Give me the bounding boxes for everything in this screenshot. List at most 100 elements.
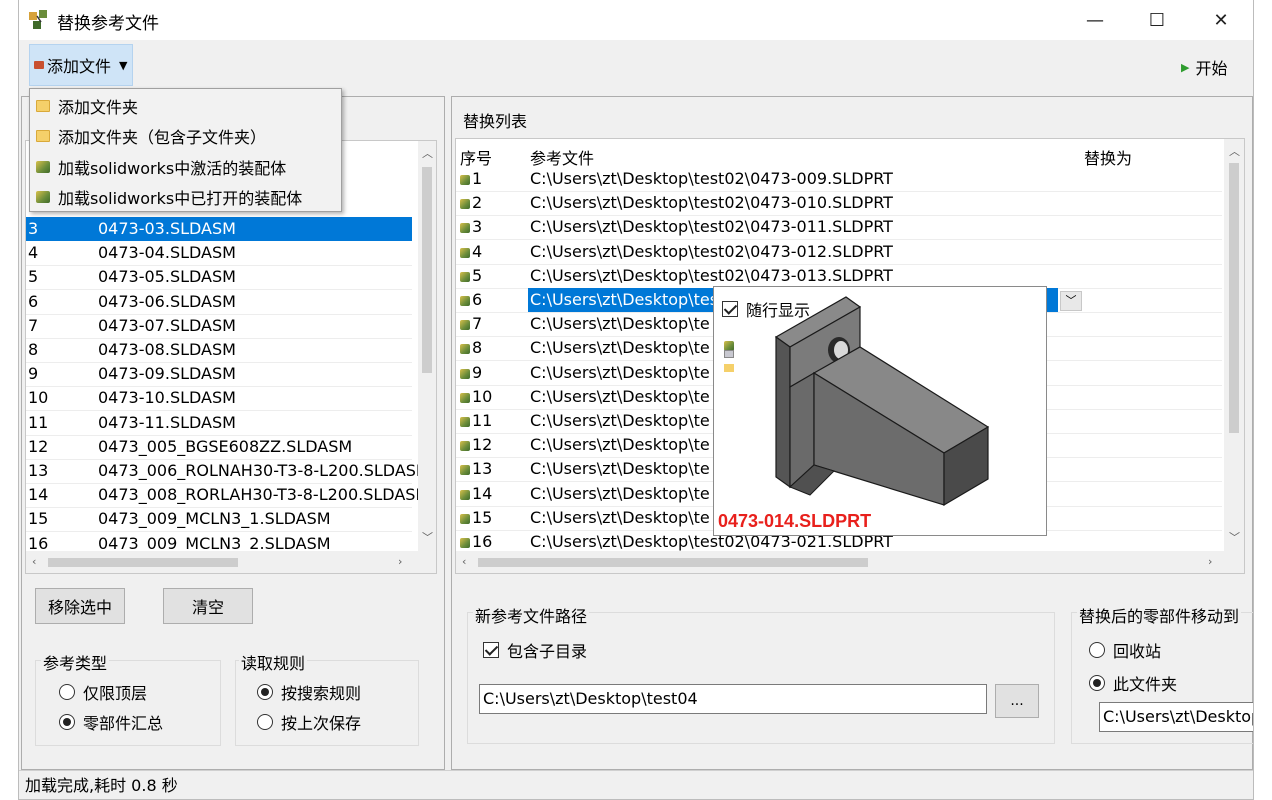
row-index-cell: 1 xyxy=(460,167,482,191)
row-reference-path: C:\Users\zt\Desktop\te xyxy=(530,314,710,334)
row-index-cell: 9 xyxy=(460,361,482,385)
row-reference-path: C:\Users\zt\Desktop\te xyxy=(530,507,710,527)
row-index: 14 xyxy=(28,485,49,505)
list-item[interactable]: 3 0473-03.SLDASM xyxy=(26,217,412,241)
row-reference-path: C:\Users\zt\Desktop\te xyxy=(530,362,710,382)
app-icon xyxy=(29,10,47,29)
scroll-down-icon[interactable]: ﹀ xyxy=(422,529,433,545)
list-item[interactable]: 15 0473_009_MCLN3_1.SLDASM xyxy=(26,507,412,531)
table-row[interactable]: 3 C:\Users\zt\Desktop\test02\0473-011.SLD… xyxy=(456,215,1222,239)
list-item[interactable]: 9 0473-09.SLDASM xyxy=(26,362,412,386)
right-vscroll-thumb[interactable] xyxy=(1229,163,1239,433)
part-icon xyxy=(460,441,470,452)
table-row[interactable]: 1 C:\Users\zt\Desktop\test02\0473-009.SLD… xyxy=(456,167,1222,191)
include-subdir-label: 包含子目录 xyxy=(507,642,588,661)
row-index-cell: 5 xyxy=(460,264,482,288)
part-icon xyxy=(460,199,470,210)
title-bar: 替换参考文件 — ☐ ✕ xyxy=(19,0,1253,40)
menu-item-3[interactable]: 加载solidworks中已打开的装配体 xyxy=(30,182,341,212)
row-index: 15 xyxy=(472,507,493,527)
list-item[interactable]: 12 0473_005_BGSE608ZZ.SLDASM xyxy=(26,435,412,459)
add-file-dropdown-button[interactable]: 添加文件 ▼ xyxy=(29,44,133,86)
move-to-folder-radio[interactable]: 此文件夹 xyxy=(1089,671,1177,695)
row-index: 9 xyxy=(472,362,483,382)
menu-item-2[interactable]: 加载solidworks中激活的装配体 xyxy=(30,152,341,182)
list-item[interactable]: 11 0473-11.SLDASM xyxy=(26,411,412,435)
right-vertical-scrollbar[interactable]: ︿ ﹀ xyxy=(1224,139,1244,551)
row-index: 12 xyxy=(28,436,49,456)
list-item[interactable]: 10 0473-10.SLDASM xyxy=(26,386,412,410)
left-horizontal-scrollbar[interactable]: ‹ › xyxy=(26,551,436,573)
header-reference-file[interactable]: 参考文件 xyxy=(530,145,594,169)
maximize-button[interactable]: ☐ xyxy=(1127,0,1187,40)
left-vertical-scrollbar[interactable]: ︿ ﹀ xyxy=(418,141,436,551)
move-to-path-input[interactable]: C:\Users\zt\Desktop\ xyxy=(1099,702,1253,732)
left-hscroll-thumb[interactable] xyxy=(48,558,238,567)
ref-type-top-only-radio[interactable]: 仅限顶层 xyxy=(59,680,147,704)
right-horizontal-scrollbar[interactable]: ‹ › xyxy=(456,551,1244,573)
row-index-cell: 8 xyxy=(460,336,482,360)
replace-dropdown-chevron-icon[interactable]: ﹀ xyxy=(1060,291,1082,311)
move-to-title: 替换后的零部件移动到 xyxy=(1077,603,1242,627)
list-item[interactable]: 6 0473-06.SLDASM xyxy=(26,290,412,314)
left-vscroll-thumb[interactable] xyxy=(422,167,432,373)
radio-circle xyxy=(1089,675,1105,691)
right-hscroll-thumb[interactable] xyxy=(478,558,868,567)
list-item[interactable]: 5 0473-05.SLDASM xyxy=(26,265,412,289)
table-row[interactable]: 4 C:\Users\zt\Desktop\test02\0473-012.SLD… xyxy=(456,240,1222,264)
browse-button[interactable]: ... xyxy=(995,684,1039,718)
scroll-up-icon[interactable]: ︿ xyxy=(422,145,433,161)
clear-button[interactable]: 清空 xyxy=(163,588,253,624)
scroll-left-icon[interactable]: ‹ xyxy=(462,555,466,568)
read-rule-search-radio[interactable]: 按搜索规则 xyxy=(257,680,361,704)
list-item[interactable]: 8 0473-08.SLDASM xyxy=(26,338,412,362)
menu-item-label: 添加文件夹（包含子文件夹） xyxy=(58,128,267,148)
table-row[interactable]: 5 C:\Users\zt\Desktop\test02\0473-013.SLD… xyxy=(456,264,1222,288)
row-index: 13 xyxy=(472,459,493,479)
scroll-right-icon[interactable]: › xyxy=(1208,555,1212,568)
scroll-down-icon[interactable]: ﹀ xyxy=(1229,529,1240,545)
scroll-up-icon[interactable]: ︿ xyxy=(1229,143,1240,159)
scroll-left-icon[interactable]: ‹ xyxy=(32,555,36,568)
row-assembly-name: 0473_008_RORLAH30-T3-8-L200.SLDASM xyxy=(98,485,430,505)
folder-icon xyxy=(36,100,50,112)
row-index: 7 xyxy=(28,315,39,335)
scroll-right-icon[interactable]: › xyxy=(398,555,402,568)
menu-item-1[interactable]: 添加文件夹（包含子文件夹） xyxy=(30,121,341,151)
list-item[interactable]: 7 0473-07.SLDASM xyxy=(26,314,412,338)
row-index: 15 xyxy=(28,509,49,529)
row-reference-path: C:\Users\zt\Desktop\te xyxy=(530,338,710,358)
part-icon xyxy=(460,538,470,548)
list-item[interactable]: 14 0473_008_RORLAH30-T3-8-L200.SLDASM xyxy=(26,483,429,507)
row-assembly-name: 0473-03.SLDASM xyxy=(98,219,236,238)
new-path-input[interactable]: C:\Users\zt\Desktop\test04 xyxy=(479,684,987,714)
checkbox-box xyxy=(722,301,738,317)
row-index: 4 xyxy=(28,243,39,263)
row-reference-path: C:\Users\zt\Desktop\te xyxy=(530,483,710,503)
remove-selected-button[interactable]: 移除选中 xyxy=(35,588,125,624)
include-subdir-checkbox[interactable]: 包含子目录 xyxy=(483,638,587,662)
row-index: 3 xyxy=(472,217,483,237)
minimize-button[interactable]: — xyxy=(1065,0,1125,40)
new-path-group xyxy=(467,612,1055,744)
list-item[interactable]: 13 0473_006_ROLNAH30-T3-8-L200.SLDASM xyxy=(26,459,430,483)
part-icon xyxy=(460,489,470,500)
header-index[interactable]: 序号 xyxy=(460,145,492,169)
row-assembly-name: 0473-07.SLDASM xyxy=(98,315,236,335)
ref-type-option-label: 零部件汇总 xyxy=(83,714,164,733)
table-row[interactable]: 2 C:\Users\zt\Desktop\test02\0473-010.SLD… xyxy=(456,191,1222,215)
part-icon xyxy=(460,368,470,379)
row-index: 5 xyxy=(472,265,483,285)
list-item[interactable]: 4 0473-04.SLDASM xyxy=(26,241,412,265)
header-replace-with[interactable]: 替换为 xyxy=(1084,145,1132,169)
close-button[interactable]: ✕ xyxy=(1191,0,1251,40)
row-index: 10 xyxy=(28,388,49,408)
start-button[interactable]: ▶ 开始 xyxy=(1181,55,1227,79)
move-to-recycle-bin-radio[interactable]: 回收站 xyxy=(1089,638,1161,662)
move-to-option-label: 此文件夹 xyxy=(1113,675,1178,694)
chevron-down-icon: ▼ xyxy=(119,58,128,72)
ref-type-component-summary-radio[interactable]: 零部件汇总 xyxy=(59,710,163,734)
row-index-cell: 13 xyxy=(460,457,492,481)
menu-item-0[interactable]: 添加文件夹 xyxy=(30,91,341,121)
read-rule-last-saved-radio[interactable]: 按上次保存 xyxy=(257,710,361,734)
